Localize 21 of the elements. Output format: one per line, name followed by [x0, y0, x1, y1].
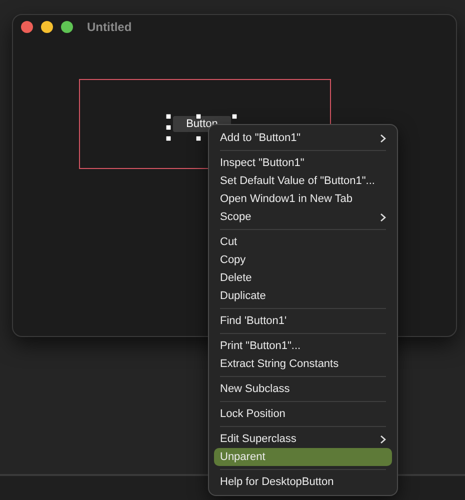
close-button[interactable] — [21, 21, 33, 33]
menu-item[interactable]: Duplicate — [214, 287, 392, 305]
menu-item[interactable]: Copy — [214, 251, 392, 269]
minimize-button[interactable] — [41, 21, 53, 33]
window-title: Untitled — [87, 20, 132, 34]
menu-item[interactable]: Cut — [214, 233, 392, 251]
menu-item[interactable]: Inspect "Button1" — [214, 154, 392, 172]
menu-item[interactable]: Unparent — [214, 448, 392, 466]
menu-item[interactable]: Lock Position — [214, 405, 392, 423]
menu-item[interactable]: Open Window1 in New Tab — [214, 190, 392, 208]
menu-item[interactable]: Help for DesktopButton — [214, 473, 392, 491]
menu-item[interactable]: Find 'Button1' — [214, 312, 392, 330]
menu-item[interactable]: Set Default Value of "Button1"... — [214, 172, 392, 190]
menu-item[interactable]: Extract String Constants — [214, 355, 392, 373]
zoom-button[interactable] — [61, 21, 73, 33]
menu-item[interactable]: Print "Button1"... — [214, 337, 392, 355]
menu-item[interactable]: Add to "Button1" — [214, 129, 392, 147]
menu-item[interactable]: Delete — [214, 269, 392, 287]
menu-item[interactable]: Scope — [214, 208, 392, 226]
menu-item[interactable]: Edit Superclass — [214, 430, 392, 448]
menu-item[interactable]: New Subclass — [214, 380, 392, 398]
